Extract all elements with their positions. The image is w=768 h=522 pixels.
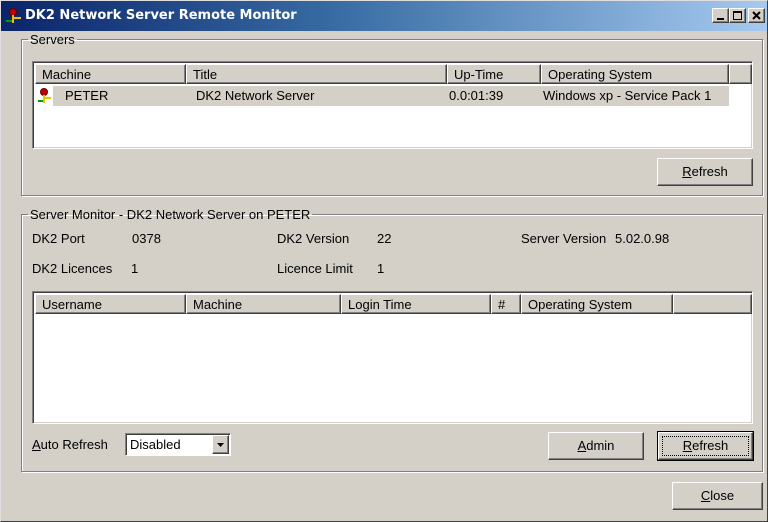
server-version-label: Server Version — [521, 231, 607, 246]
close-label: lose — [710, 488, 735, 503]
auto-refresh-label-text: uto Refresh — [40, 437, 108, 452]
servers-refresh-button[interactable]: Refresh — [657, 158, 753, 186]
users-listview-header: Username Machine Login Time # Operating … — [35, 294, 752, 314]
users-listview[interactable]: Username Machine Login Time # Operating … — [32, 291, 753, 424]
maximize-icon — [733, 11, 742, 20]
title-bar[interactable]: DK2 Network Server Remote Monitor — [1, 1, 767, 31]
cell-uptime: 0.0:01:39 — [449, 88, 504, 103]
dk2-port-label: DK2 Port — [32, 231, 85, 246]
cell-title: DK2 Network Server — [196, 88, 315, 103]
dk2-port-value: 0378 — [132, 231, 161, 246]
servers-refresh-accel: R — [682, 164, 692, 179]
servers-group-legend: Servers — [30, 32, 75, 47]
column-header-filler — [729, 64, 752, 84]
column-header-user-os[interactable]: Operating System — [521, 294, 673, 314]
servers-refresh-label: efresh — [691, 164, 728, 179]
close-accel: C — [700, 488, 711, 503]
column-header-username[interactable]: Username — [35, 294, 186, 314]
cell-os: Windows xp - Service Pack 1 — [543, 88, 712, 103]
minimize-icon — [717, 18, 724, 20]
window-title: DK2 Network Server Remote Monitor — [25, 8, 297, 23]
auto-refresh-select[interactable]: Disabled — [125, 433, 231, 456]
close-window-button[interactable] — [748, 8, 765, 23]
dk2-version-label: DK2 Version — [277, 231, 350, 246]
auto-refresh-value: Disabled — [130, 437, 181, 452]
column-header-user-machine[interactable]: Machine — [186, 294, 341, 314]
licence-limit-value: 1 — [377, 261, 385, 276]
close-icon — [752, 11, 761, 20]
server-version-value: 5.02.0.98 — [615, 231, 670, 246]
maximize-button[interactable] — [729, 8, 746, 23]
close-button[interactable]: Close — [672, 482, 763, 510]
dk2-licences-label: DK2 Licences — [32, 261, 113, 276]
table-row[interactable]: PETER DK2 Network Server 0.0:01:39 Windo… — [35, 86, 750, 106]
column-header-login-time[interactable]: Login Time — [341, 294, 491, 314]
main-window: DK2 Network Server Remote Monitor Server… — [0, 0, 768, 522]
auto-refresh-label: Auto Refresh — [32, 437, 108, 452]
column-header-machine[interactable]: Machine — [35, 64, 186, 84]
admin-button[interactable]: Admin — [548, 432, 644, 460]
column-header-uptime[interactable]: Up-Time — [447, 64, 541, 84]
minimize-button[interactable] — [712, 8, 729, 23]
column-header-filler-2 — [673, 294, 752, 314]
server-monitor-legend: Server Monitor - DK2 Network Server on P… — [30, 207, 311, 222]
dk2-version-value: 22 — [377, 231, 392, 246]
chevron-down-icon[interactable] — [212, 435, 229, 454]
servers-listview-header: Machine Title Up-Time Operating System — [35, 64, 752, 84]
column-header-number[interactable]: # — [491, 294, 521, 314]
server-machine-icon — [37, 87, 53, 108]
licence-limit-label: Licence Limit — [277, 261, 353, 276]
servers-listview[interactable]: Machine Title Up-Time Operating System P… — [32, 61, 753, 149]
dk2-licences-value: 1 — [131, 261, 139, 276]
dk2-server-icon — [5, 7, 23, 25]
focus-rectangle — [662, 436, 749, 456]
admin-accel: A — [577, 438, 587, 453]
column-header-title[interactable]: Title — [186, 64, 447, 84]
admin-label: dmin — [586, 438, 615, 453]
column-header-os[interactable]: Operating System — [541, 64, 729, 84]
cell-machine: PETER — [65, 88, 109, 103]
auto-refresh-accel: A — [32, 437, 41, 452]
monitor-refresh-button[interactable]: Refresh — [657, 431, 754, 461]
